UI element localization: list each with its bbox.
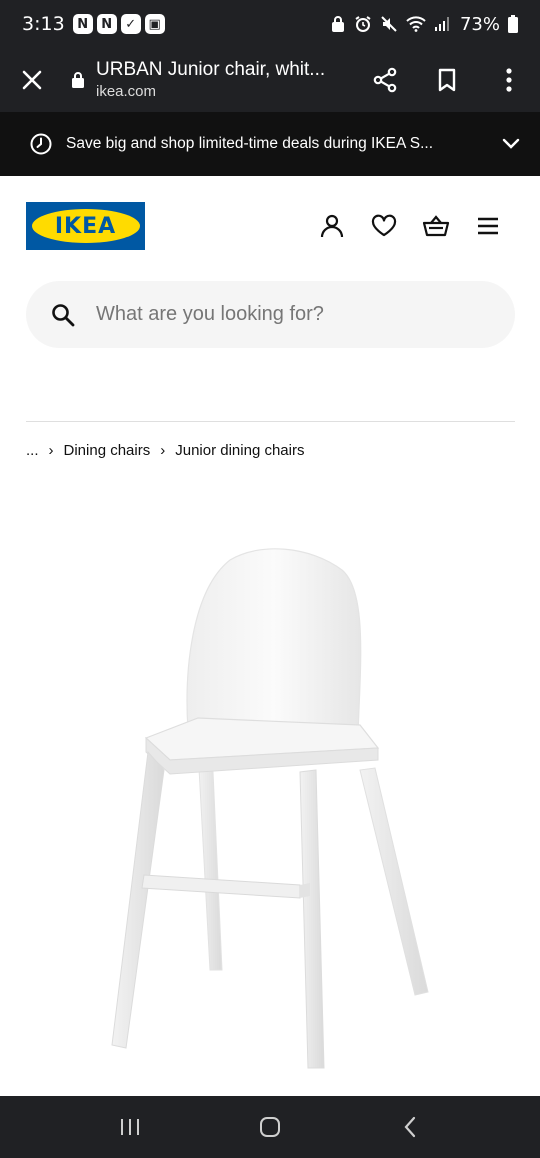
close-icon (22, 70, 42, 90)
basket-icon (422, 215, 450, 237)
search-icon (52, 303, 75, 326)
promo-banner[interactable]: Save big and shop limited-time deals dur… (0, 112, 540, 176)
url-bar[interactable]: URBAN Junior chair, whit... ikea.com (96, 58, 346, 102)
back-button[interactable] (370, 1096, 450, 1158)
status-time: 3:13 (22, 13, 65, 35)
notification-check-icon: ✓ (120, 14, 141, 34)
breadcrumb-junior-dining-chairs[interactable]: Junior dining chairs (175, 442, 304, 459)
battery-level: 73% (459, 13, 500, 35)
breadcrumb-dining-chairs[interactable]: Dining chairs (64, 442, 151, 459)
page-title: URBAN Junior chair, whit... (96, 59, 326, 80)
status-indicators: 73% (330, 14, 518, 35)
user-icon (320, 214, 344, 238)
more-options-button[interactable] (478, 48, 540, 112)
bookmark-button[interactable] (416, 48, 478, 112)
wifi-icon (406, 16, 426, 32)
system-navigation-bar (0, 1096, 540, 1158)
chevron-right-icon: › (160, 442, 166, 459)
shopping-bag-button[interactable] (410, 202, 462, 250)
favourites-button[interactable] (358, 202, 410, 250)
share-icon (373, 67, 397, 93)
notification-icon: N (72, 14, 93, 34)
menu-button[interactable] (462, 202, 514, 250)
notification-icons: N N ✓ ▣ (72, 14, 165, 34)
bookmark-icon (438, 68, 456, 92)
account-button[interactable] (306, 202, 358, 250)
back-icon (404, 1116, 416, 1138)
more-vertical-icon (506, 68, 512, 92)
browser-toolbar: URBAN Junior chair, whit... ikea.com (0, 48, 540, 112)
signal-icon (434, 17, 449, 31)
notification-icon: N (96, 14, 117, 34)
close-tab-button[interactable] (0, 48, 64, 112)
alarm-icon (355, 16, 371, 32)
mute-icon (381, 16, 397, 32)
logo-oval: IKEA (31, 209, 140, 243)
product-image[interactable] (60, 520, 480, 1080)
divider (26, 421, 515, 422)
heart-icon (371, 214, 397, 237)
hamburger-menu-icon (478, 217, 498, 235)
breadcrumb-ellipsis[interactable]: ... (26, 442, 39, 459)
home-button[interactable] (230, 1096, 310, 1158)
breadcrumb: ... › Dining chairs › Junior dining chai… (26, 442, 304, 459)
status-bar: 3:13 N N ✓ ▣ 73% (0, 0, 540, 48)
logo-text: IKEA (54, 213, 117, 239)
ikea-logo[interactable]: IKEA (26, 202, 145, 250)
chevron-down-icon (502, 138, 520, 149)
share-button[interactable] (354, 48, 416, 112)
chevron-right-icon: › (48, 442, 54, 459)
promo-text: Save big and shop limited-time deals dur… (66, 135, 434, 152)
clock-icon (30, 133, 52, 155)
recent-apps-button[interactable] (90, 1096, 170, 1158)
page-domain: ikea.com (96, 83, 157, 100)
battery-icon (508, 15, 518, 33)
recent-apps-icon (121, 1119, 139, 1135)
search-input[interactable] (96, 303, 476, 326)
secure-lock-icon[interactable] (60, 71, 96, 89)
lock-status-icon (331, 16, 344, 32)
notification-image-icon: ▣ (144, 14, 165, 34)
home-icon (260, 1117, 280, 1137)
search-bar[interactable] (26, 281, 515, 348)
expand-promo-button[interactable] (492, 138, 520, 150)
site-header: IKEA (0, 176, 540, 276)
